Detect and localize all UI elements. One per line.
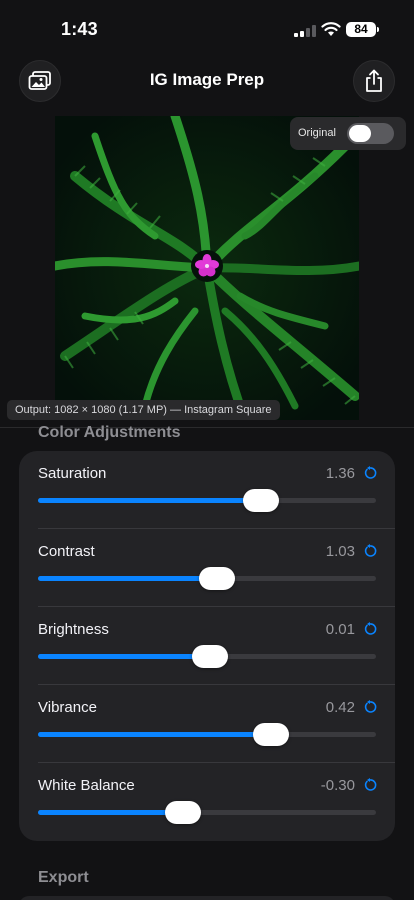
output-info-badge: Output: 1082 × 1080 (1.17 MP) — Instagra… (7, 400, 280, 420)
status-time: 1:43 (61, 19, 98, 39)
white-balance-slider[interactable] (38, 801, 376, 824)
contrast-slider[interactable] (38, 567, 376, 590)
reset-icon[interactable] (363, 778, 377, 792)
battery-indicator: 84 (346, 22, 379, 37)
slider-value: 0.01 (325, 621, 355, 638)
slider-value: -0.30 (320, 777, 355, 794)
slider-label: Brightness (38, 621, 109, 638)
slider-row-saturation: Saturation 1.36 (19, 451, 395, 529)
page-title: IG Image Prep (149, 70, 265, 89)
slider-row-vibrance: Vibrance 0.42 (19, 685, 395, 763)
slider-thumb[interactable] (192, 645, 229, 668)
export-panel (19, 896, 395, 900)
slider-fill (38, 498, 262, 503)
slider-thumb[interactable] (243, 489, 280, 512)
slider-row-brightness: Brightness 0.01 (19, 607, 395, 685)
slider-label: Vibrance (38, 699, 97, 716)
export-heading: Export (38, 869, 89, 886)
slider-label: Saturation (38, 465, 107, 482)
reset-icon[interactable] (363, 544, 377, 558)
reset-icon[interactable] (363, 466, 377, 480)
original-toggle[interactable] (347, 123, 394, 144)
brightness-slider[interactable] (38, 645, 376, 668)
slider-label: White Balance (38, 777, 135, 794)
slider-fill (38, 576, 218, 581)
slider-value: 1.03 (325, 543, 355, 560)
color-adjustments-heading: Color Adjustments (38, 424, 181, 441)
slider-label: Contrast (38, 543, 95, 560)
slider-thumb[interactable] (253, 723, 290, 746)
status-bar: 1:43 84 (0, 0, 414, 56)
slider-thumb[interactable] (199, 567, 236, 590)
slider-value: 0.42 (325, 699, 355, 716)
fern-photo (55, 116, 359, 420)
slider-value: 1.36 (325, 465, 355, 482)
share-button[interactable] (353, 60, 395, 102)
slider-fill (38, 732, 272, 737)
slider-fill (38, 654, 211, 659)
color-adjustments-panel: Saturation 1.36 Contrast 1.03 Brightness… (19, 451, 395, 841)
reset-icon[interactable] (363, 700, 377, 714)
slider-row-contrast: Contrast 1.03 (19, 529, 395, 607)
vibrance-slider[interactable] (38, 723, 376, 746)
original-toggle-row: Original (290, 117, 406, 150)
slider-thumb[interactable] (165, 801, 202, 824)
share-icon (366, 69, 382, 92)
toggle-knob (349, 125, 371, 142)
original-label: Original (298, 127, 336, 139)
image-preview[interactable] (55, 116, 359, 420)
wifi-icon (321, 22, 341, 36)
saturation-slider[interactable] (38, 489, 376, 512)
app-screen: 1:43 84 IG Image Prep Original Output: 1… (0, 0, 414, 900)
reset-icon[interactable] (363, 622, 377, 636)
slider-fill (38, 810, 184, 815)
cellular-signal-icon (294, 25, 316, 37)
slider-row-white-balance: White Balance -0.30 (19, 763, 395, 841)
